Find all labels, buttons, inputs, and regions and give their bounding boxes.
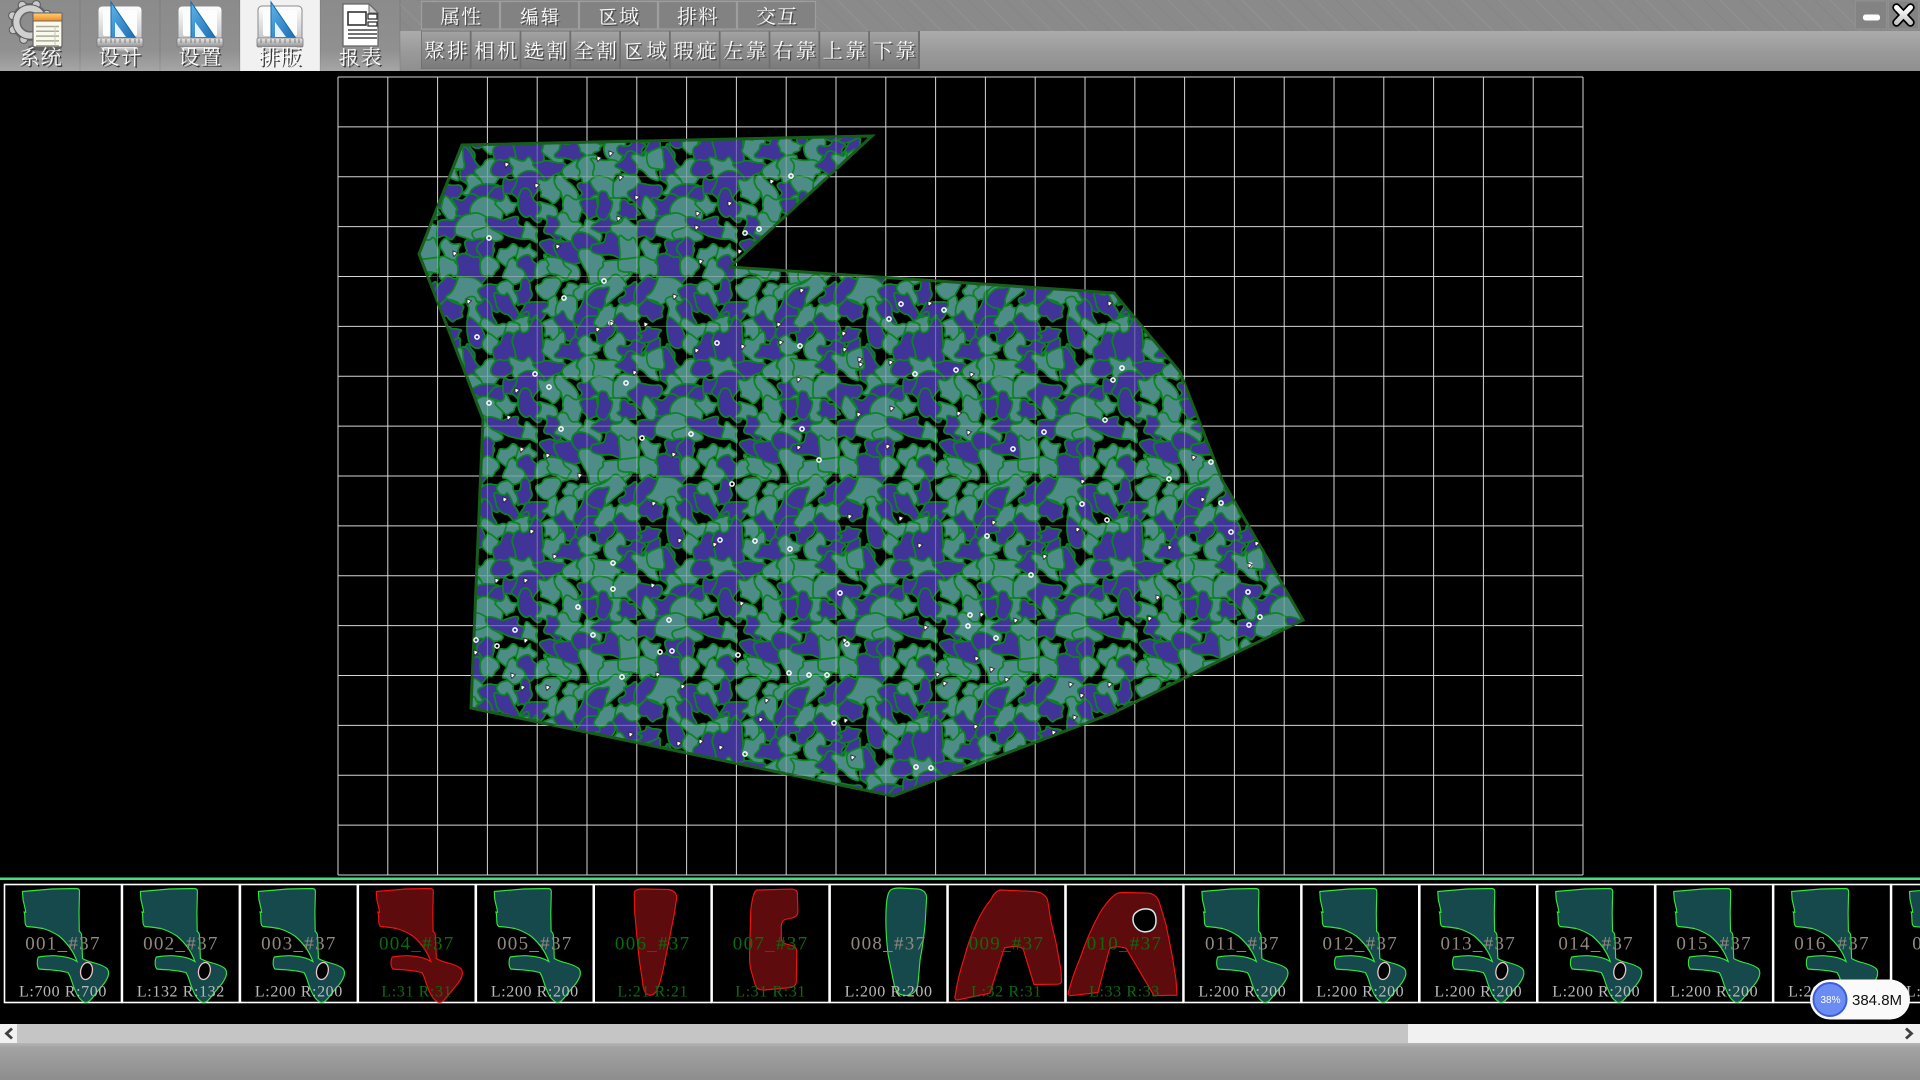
svg-text:L:200 R:200: L:200 R:200 bbox=[491, 984, 579, 1001]
svg-text:L:31 R:31: L:31 R:31 bbox=[381, 984, 452, 1001]
svg-text:L:132 R:132: L:132 R:132 bbox=[137, 984, 225, 1001]
svg-text:L:200 R:200: L:200 R:200 bbox=[1670, 984, 1758, 1001]
svg-text:010_#37: 010_#37 bbox=[1087, 934, 1163, 955]
svg-text:384.8M: 384.8M bbox=[1852, 992, 1902, 1009]
svg-text:006_#37: 006_#37 bbox=[615, 934, 691, 955]
svg-text:L:200 R:200: L:200 R:200 bbox=[255, 984, 343, 1001]
svg-text:017_#37: 017_#37 bbox=[1912, 934, 1920, 955]
svg-text:L:200 R:200: L:200 R:200 bbox=[1316, 984, 1404, 1001]
svg-text:L:200 R:200: L:200 R:200 bbox=[1434, 984, 1522, 1001]
svg-text:009_#37: 009_#37 bbox=[969, 934, 1045, 955]
svg-text:L:200 R:200: L:200 R:200 bbox=[845, 984, 933, 1001]
svg-text:012_#37: 012_#37 bbox=[1322, 934, 1398, 955]
svg-text:002_#37: 002_#37 bbox=[143, 934, 219, 955]
svg-text:005_#37: 005_#37 bbox=[497, 934, 573, 955]
svg-text:004_#37: 004_#37 bbox=[379, 934, 455, 955]
svg-text:015_#37: 015_#37 bbox=[1676, 934, 1752, 955]
svg-text:014_#37: 014_#37 bbox=[1558, 934, 1634, 955]
svg-text:L:200 R:200: L:200 R:200 bbox=[1552, 984, 1640, 1001]
svg-text:L:700 R:700: L:700 R:700 bbox=[19, 984, 107, 1001]
svg-text:L:21 R:21: L:21 R:21 bbox=[617, 984, 688, 1001]
svg-text:38%: 38% bbox=[1820, 995, 1840, 1006]
svg-text:001_#37: 001_#37 bbox=[25, 934, 101, 955]
svg-text:011_#37: 011_#37 bbox=[1205, 934, 1280, 955]
svg-text:008_#37: 008_#37 bbox=[851, 934, 927, 955]
svg-text:L:31 R:31: L:31 R:31 bbox=[735, 984, 806, 1001]
svg-text:013_#37: 013_#37 bbox=[1440, 934, 1516, 955]
svg-text:007_#37: 007_#37 bbox=[733, 934, 809, 955]
svg-text:016_#37: 016_#37 bbox=[1794, 934, 1870, 955]
svg-text:003_#37: 003_#37 bbox=[261, 934, 337, 955]
svg-text:L:200 R:200: L:200 R:200 bbox=[1198, 984, 1286, 1001]
svg-text:L:33 R:33: L:33 R:33 bbox=[1089, 984, 1160, 1001]
svg-text:L:32 R:31: L:32 R:31 bbox=[971, 984, 1042, 1001]
